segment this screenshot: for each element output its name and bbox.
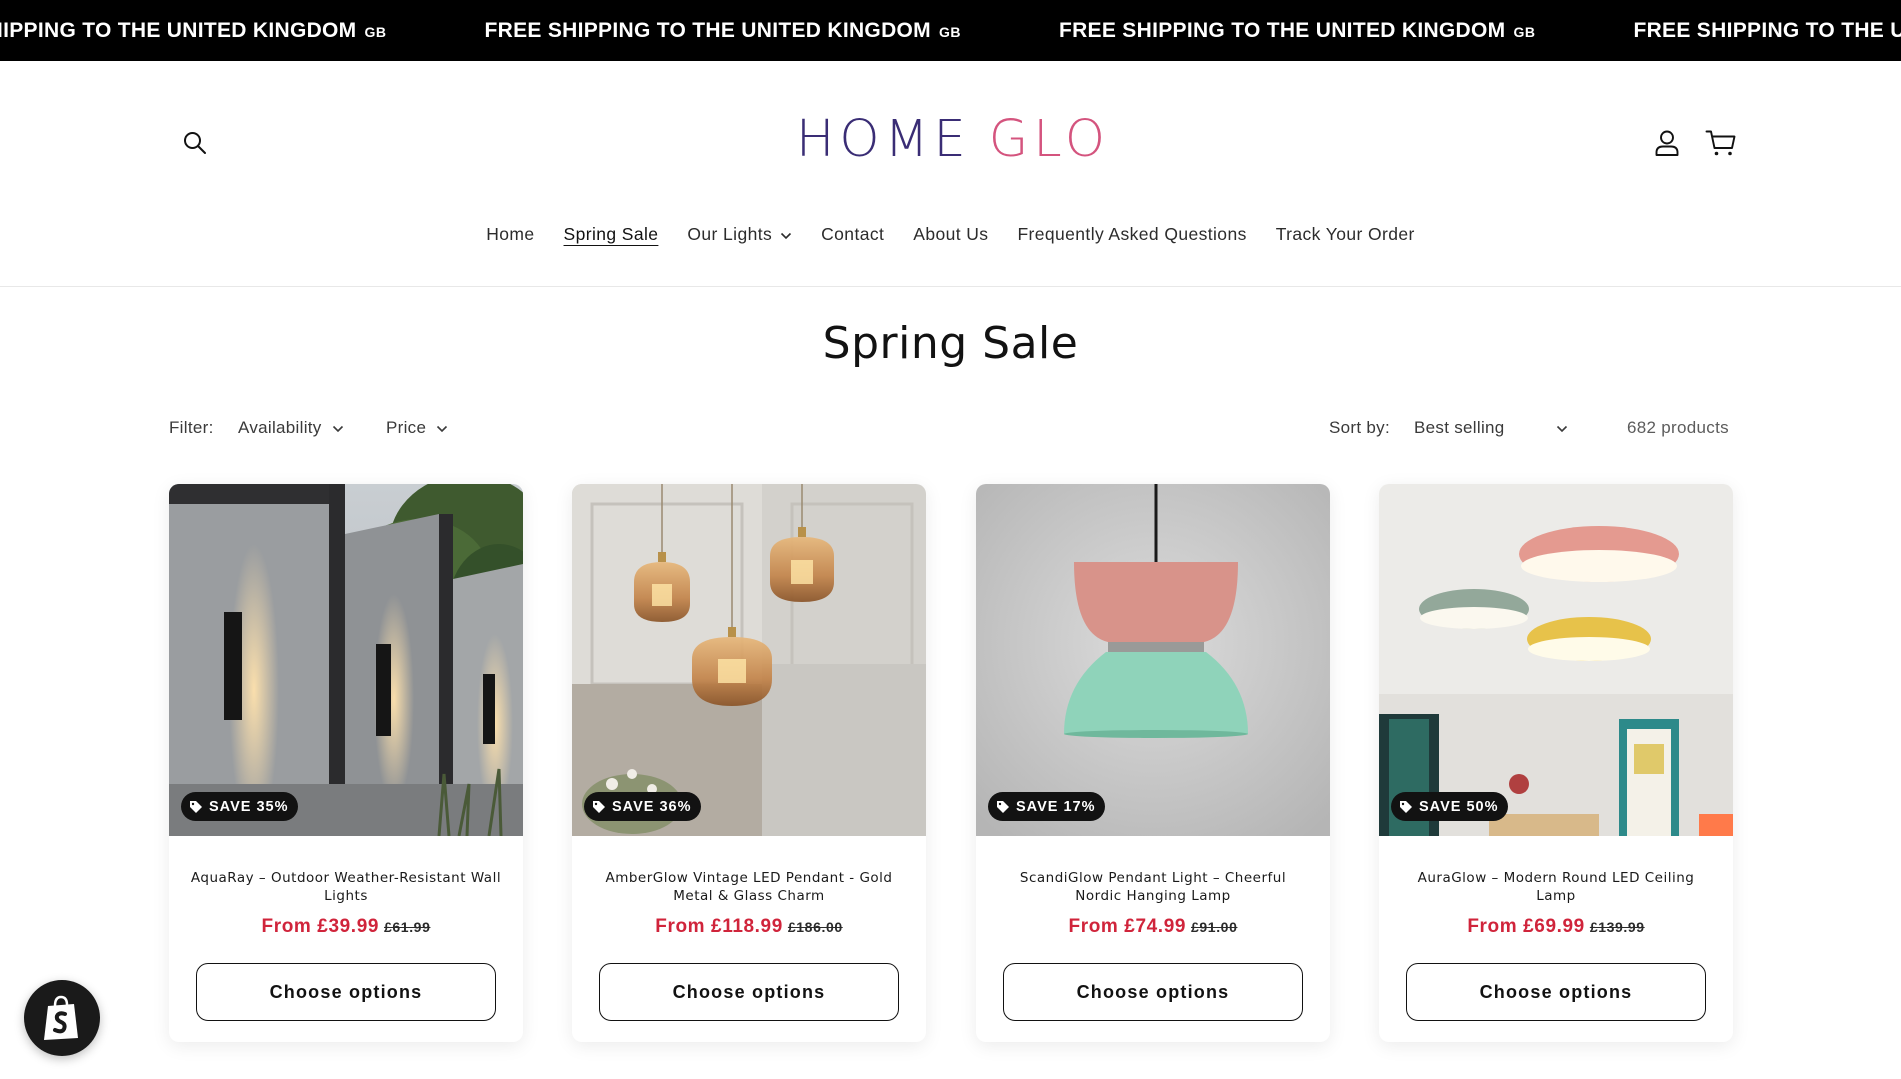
sort-select-value: Best selling: [1414, 418, 1505, 437]
announcement-track: FREE SHIPPING TO THE UNITED KINGDOM GB F…: [0, 0, 1901, 61]
product-image[interactable]: [169, 484, 523, 836]
cart-icon[interactable]: [1703, 126, 1739, 160]
choose-options-button[interactable]: Choose options: [1406, 963, 1706, 1021]
chevron-down-icon: [780, 224, 792, 245]
choose-options-button[interactable]: Choose options: [196, 963, 496, 1021]
product-image[interactable]: [1379, 484, 1733, 836]
compare-price: £61.99: [384, 919, 431, 935]
announcement-item: FREE SHIPPING TO THE UNITED KINGDOM GB: [1633, 19, 1901, 43]
sale-badge-text: SAVE 50%: [1419, 798, 1499, 815]
choose-options-button[interactable]: Choose options: [1003, 963, 1303, 1021]
chevron-down-icon: [1556, 418, 1568, 438]
product-price: From £69.99 £139.99: [1379, 916, 1733, 938]
product-price: From £39.99 £61.99: [169, 916, 523, 938]
gb-flag-icon: GB: [364, 23, 387, 40]
announcement-item: FREE SHIPPING TO THE UNITED KINGDOM GB: [0, 19, 386, 43]
site-logo[interactable]: HOME GLO: [796, 108, 1105, 170]
product-count: 682 products: [1627, 418, 1729, 437]
sort-label: Sort by:: [1329, 418, 1390, 437]
price-tag-icon: [189, 800, 203, 814]
shopify-bag-icon[interactable]: [24, 980, 100, 1056]
price-tag-icon: [1399, 800, 1413, 814]
filter-bar: Filter: Availability Price Sort by: Best…: [169, 415, 1732, 441]
price-tag-icon: [592, 800, 606, 814]
nav-item-home[interactable]: Home: [472, 220, 549, 249]
sale-price: From £39.99: [261, 916, 380, 937]
product-title[interactable]: AuraGlow – Modern Round LED Ceiling Lamp: [1399, 869, 1713, 905]
product-image[interactable]: [572, 484, 926, 836]
sale-badge-text: SAVE 17%: [1016, 798, 1096, 815]
product-price: From £118.99 £186.00: [572, 916, 926, 938]
nav-item-faq[interactable]: Frequently Asked Questions: [1003, 220, 1261, 249]
product-card[interactable]: SAVE 50% AuraGlow – Modern Round LED Cei…: [1379, 484, 1733, 1042]
sort-select[interactable]: Best selling: [1414, 418, 1568, 438]
nav-item-track-order[interactable]: Track Your Order: [1261, 220, 1429, 249]
choose-options-button[interactable]: Choose options: [599, 963, 899, 1021]
product-price: From £74.99 £91.00: [976, 916, 1330, 938]
product-card[interactable]: SAVE 35% AquaRay – Outdoor Weather-Resis…: [169, 484, 523, 1042]
product-title[interactable]: AmberGlow Vintage LED Pendant - Gold Met…: [592, 869, 906, 905]
availability-filter[interactable]: Availability: [238, 418, 344, 438]
sale-badge-text: SAVE 35%: [209, 798, 289, 815]
product-image[interactable]: [976, 484, 1330, 836]
sale-badge: SAVE 36%: [584, 792, 702, 821]
nav-item-our-lights[interactable]: Our Lights: [673, 220, 807, 249]
sale-badge: SAVE 35%: [181, 792, 299, 821]
search-icon[interactable]: [178, 126, 212, 160]
sale-badge-text: SAVE 36%: [612, 798, 692, 815]
price-tag-icon: [996, 800, 1010, 814]
compare-price: £186.00: [787, 919, 843, 935]
announcement-text: FREE SHIPPING TO THE UNITED KINGDOM: [0, 18, 357, 42]
filter-label: Filter:: [169, 418, 214, 437]
sale-price: From £74.99: [1068, 916, 1187, 937]
announcement-item: FREE SHIPPING TO THE UNITED KINGDOM GB: [1059, 19, 1535, 43]
compare-price: £139.99: [1589, 919, 1645, 935]
gb-flag-icon: GB: [938, 23, 961, 40]
page-title: Spring Sale: [822, 318, 1079, 369]
gb-flag-icon: GB: [1513, 23, 1536, 40]
availability-filter-label: Availability: [238, 418, 322, 437]
chevron-down-icon: [332, 418, 344, 438]
sale-badge: SAVE 50%: [1391, 792, 1509, 821]
sale-price: From £69.99: [1467, 916, 1585, 937]
logo-home-text: HOME: [796, 109, 971, 169]
logo-glo-text: GLO: [988, 109, 1110, 169]
price-filter[interactable]: Price: [386, 418, 448, 438]
chevron-down-icon: [436, 418, 448, 438]
product-title[interactable]: ScandiGlow Pendant Light – Cheerful Nord…: [996, 869, 1310, 905]
announcement-item: FREE SHIPPING TO THE UNITED KINGDOM GB: [484, 19, 960, 43]
main-nav: Home Spring Sale Our Lights Contact Abou…: [0, 220, 1901, 249]
product-card[interactable]: SAVE 17% ScandiGlow Pendant Light – Chee…: [976, 484, 1330, 1042]
nav-item-label: Our Lights: [687, 224, 773, 244]
announcement-text: FREE SHIPPING TO THE UNITED KINGDOM: [484, 18, 931, 42]
compare-price: £91.00: [1191, 919, 1238, 935]
sale-price: From £118.99: [655, 916, 783, 937]
nav-item-contact[interactable]: Contact: [807, 220, 899, 249]
sale-badge: SAVE 17%: [988, 792, 1106, 821]
announcement-text: FREE SHIPPING TO THE UNITED KINGDOM: [1633, 18, 1901, 42]
price-filter-label: Price: [386, 418, 427, 437]
announcement-bar: FREE SHIPPING TO THE UNITED KINGDOM GB F…: [0, 0, 1901, 61]
product-title[interactable]: AquaRay – Outdoor Weather-Resistant Wall…: [189, 869, 503, 905]
product-card[interactable]: SAVE 36% AmberGlow Vintage LED Pendant -…: [572, 484, 926, 1042]
header-divider: [0, 286, 1901, 287]
announcement-text: FREE SHIPPING TO THE UNITED KINGDOM: [1058, 18, 1506, 42]
nav-item-about-us[interactable]: About Us: [899, 220, 1003, 249]
account-icon[interactable]: [1650, 126, 1684, 160]
nav-item-spring-sale[interactable]: Spring Sale: [549, 220, 673, 249]
